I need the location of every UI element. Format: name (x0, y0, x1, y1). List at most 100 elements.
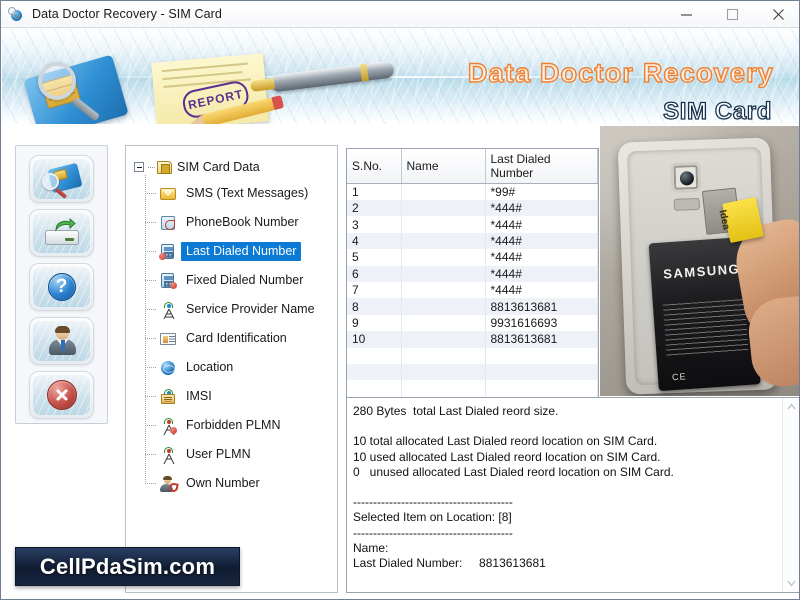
save-recovered-data-button[interactable] (29, 209, 94, 257)
tree-root-sim-card-data[interactable]: SIM Card Data (134, 155, 337, 179)
tree-item-imsi[interactable]: IMSI (145, 382, 337, 411)
tree-item-label: Fixed Dialed Number (186, 273, 304, 287)
table-row[interactable]: 4 *444# (347, 232, 598, 250)
tree-item-label: User PLMN (186, 447, 251, 461)
table-row[interactable]: 1 *99# (347, 183, 598, 200)
record-info-text: 280 Bytes total Last Dialed reord size. … (353, 404, 674, 571)
tree-item-label: PhoneBook Number (186, 215, 299, 229)
cell-name (401, 380, 486, 397)
table-row[interactable]: 8 8813613681 (347, 298, 598, 315)
close-cross-icon (46, 380, 77, 410)
tree-item-forbidden-plmn[interactable]: Forbidden PLMN (145, 411, 337, 440)
search-sim-card-button[interactable] (29, 155, 94, 203)
cell-number: *444# (485, 232, 598, 250)
column-header-number[interactable]: Last Dialed Number (485, 149, 598, 184)
cell-sno: 8 (347, 298, 402, 315)
tree-item-label: Last Dialed Number (181, 242, 302, 261)
cell-name (401, 331, 486, 348)
tree-item-label: Service Provider Name (186, 302, 315, 316)
exit-button[interactable] (29, 371, 94, 419)
tree-item-sms[interactable]: SMS (Text Messages) (145, 179, 337, 208)
table-row[interactable] (347, 347, 598, 364)
cell-sno: 9 (347, 314, 402, 332)
banner-magnifier-art (38, 62, 76, 100)
cell-number: *444# (485, 216, 598, 233)
cell-sno (347, 347, 402, 364)
cell-name (401, 216, 486, 233)
table-header-row: S.No. Name Last Dialed Number (347, 149, 598, 184)
cell-sno (347, 363, 402, 381)
question-mark-icon: ? (47, 273, 76, 301)
table-row[interactable]: 5 *444# (347, 249, 598, 266)
column-header-name[interactable]: Name (401, 149, 486, 184)
log-scrollbar[interactable] (782, 398, 799, 592)
main-content: ? SIM Card Data SMS (Text Messages) Phon… (1, 124, 799, 599)
scroll-track[interactable] (783, 415, 799, 575)
scroll-up-icon[interactable] (786, 398, 796, 415)
tree-item-fixed-dialed-number[interactable]: Fixed Dialed Number (145, 266, 337, 295)
tree-item-label: Location (186, 360, 234, 374)
tree-item-phonebook-number[interactable]: PhoneBook Number (145, 208, 337, 237)
last-dialed-table[interactable]: S.No. Name Last Dialed Number 1 *99# 2 *44… (346, 148, 599, 413)
window-title: Data Doctor Recovery - SIM Card (32, 7, 222, 21)
samsung-phone-sim-insert-photo: SAMSUNG CE Idea (600, 126, 799, 396)
app-globe-magnifier-icon (8, 6, 25, 23)
toolbar-rail: ? (15, 145, 108, 424)
close-button[interactable] (755, 1, 799, 28)
cell-number (485, 347, 598, 364)
cell-name (401, 249, 486, 266)
tree-item-label: Own Number (186, 476, 260, 490)
sim-data-tree[interactable]: SIM Card Data SMS (Text Messages) PhoneB… (125, 145, 338, 593)
tower-icon (159, 301, 177, 319)
drive-save-arrow-icon (42, 217, 82, 248)
cell-number: 9931616693 (485, 314, 598, 332)
cell-name (401, 314, 486, 332)
table-row[interactable]: 3 *444# (347, 216, 598, 233)
cell-sno: 1 (347, 183, 402, 200)
title-bar: Data Doctor Recovery - SIM Card (1, 1, 799, 28)
cell-number: 8813613681 (485, 331, 598, 348)
table-row[interactable]: 2 *444# (347, 200, 598, 217)
tree-item-label: IMSI (186, 389, 212, 403)
table-row[interactable]: 7 *444# (347, 281, 598, 299)
collapse-icon[interactable] (134, 162, 144, 172)
tree-item-service-provider-name[interactable]: Service Provider Name (145, 295, 337, 324)
cell-name (401, 183, 486, 200)
table-body: 1 *99# 2 *444# 3 *444# 4 *444# 5 *444# 6 *444#… (347, 183, 598, 412)
tree-item-own-number[interactable]: Own Number (145, 469, 337, 498)
cell-name (401, 232, 486, 250)
column-header-sno[interactable]: S.No. (347, 149, 402, 184)
battery-ce-mark: CE (671, 371, 687, 383)
tree-item-last-dialed-number[interactable]: Last Dialed Number (145, 237, 337, 266)
table-row[interactable] (347, 380, 598, 397)
cell-name (401, 281, 486, 299)
window-controls (663, 1, 799, 28)
tree-item-user-plmn[interactable]: User PLMN (145, 440, 337, 469)
help-button[interactable]: ? (29, 263, 94, 311)
forbidden-tower-icon (159, 417, 177, 435)
cell-sno: 6 (347, 265, 402, 282)
cell-number: *444# (485, 249, 598, 266)
tree-children: SMS (Text Messages) PhoneBook Number Las… (134, 175, 337, 498)
cell-number: *444# (485, 200, 598, 217)
table-row[interactable]: 9 9931616693 (347, 314, 598, 332)
phonebook-icon (159, 214, 177, 232)
cell-number: *444# (485, 281, 598, 299)
tree-item-card-identification[interactable]: Card Identification (145, 324, 337, 353)
sim-card-icon (157, 160, 172, 174)
tree-item-location[interactable]: Location (145, 353, 337, 382)
cell-name (401, 200, 486, 217)
site-watermark: CellPdaSim.com (15, 547, 240, 586)
scroll-down-icon[interactable] (786, 575, 796, 592)
support-button[interactable] (29, 317, 94, 365)
imsi-tower-icon (159, 388, 177, 406)
cell-name (401, 347, 486, 364)
maximize-button[interactable] (709, 1, 755, 28)
product-title: SIM Card (663, 97, 773, 124)
cell-sno: 5 (347, 249, 402, 266)
table-row[interactable] (347, 363, 598, 381)
table-row[interactable]: 10 8813613681 (347, 331, 598, 348)
minimize-button[interactable] (663, 1, 709, 28)
cell-name (401, 363, 486, 381)
table-row[interactable]: 6 *444# (347, 265, 598, 282)
